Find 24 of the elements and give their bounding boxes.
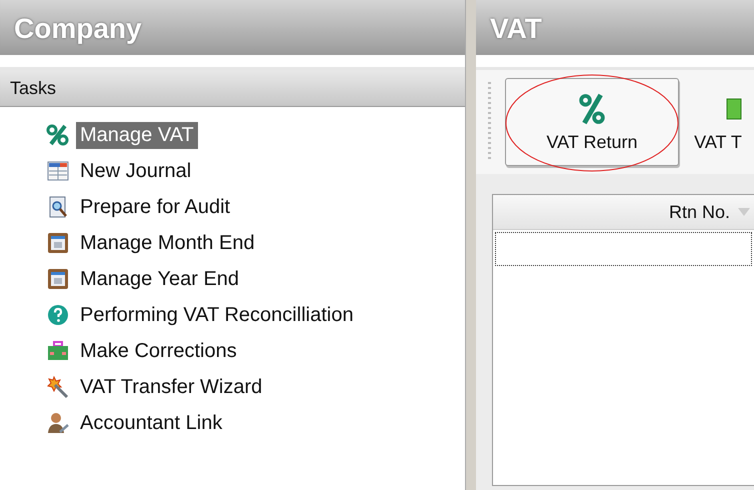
task-link[interactable]: Manage VAT	[76, 122, 198, 148]
task-link[interactable]: Prepare for Audit	[76, 194, 234, 220]
person-icon	[46, 411, 70, 435]
toolbox-icon	[46, 339, 70, 363]
task-link[interactable]: VAT Transfer Wizard	[76, 374, 266, 400]
task-link[interactable]: Manage Year End	[76, 266, 244, 292]
percent-icon	[579, 92, 605, 126]
task-link[interactable]: New Journal	[76, 158, 196, 184]
toolbar-button[interactable]: VAT T	[693, 78, 743, 166]
table-row[interactable]	[495, 232, 752, 266]
task-link[interactable]: Make Corrections	[76, 338, 241, 364]
panel-title: Company	[0, 0, 465, 55]
section-header: Tasks	[0, 70, 465, 107]
task-link[interactable]: Manage Month End	[76, 230, 259, 256]
task-link[interactable]: Accountant Link	[76, 410, 226, 436]
document-icon	[726, 98, 742, 120]
calendar-icon	[46, 267, 70, 291]
task-link[interactable]: Performing VAT Reconcilliation	[76, 302, 358, 328]
wand-icon	[46, 375, 70, 399]
help-icon	[46, 303, 70, 327]
calendar-icon	[46, 231, 70, 255]
percent-icon	[46, 123, 70, 147]
table-icon	[46, 159, 70, 183]
panel-title: VAT	[476, 0, 754, 55]
